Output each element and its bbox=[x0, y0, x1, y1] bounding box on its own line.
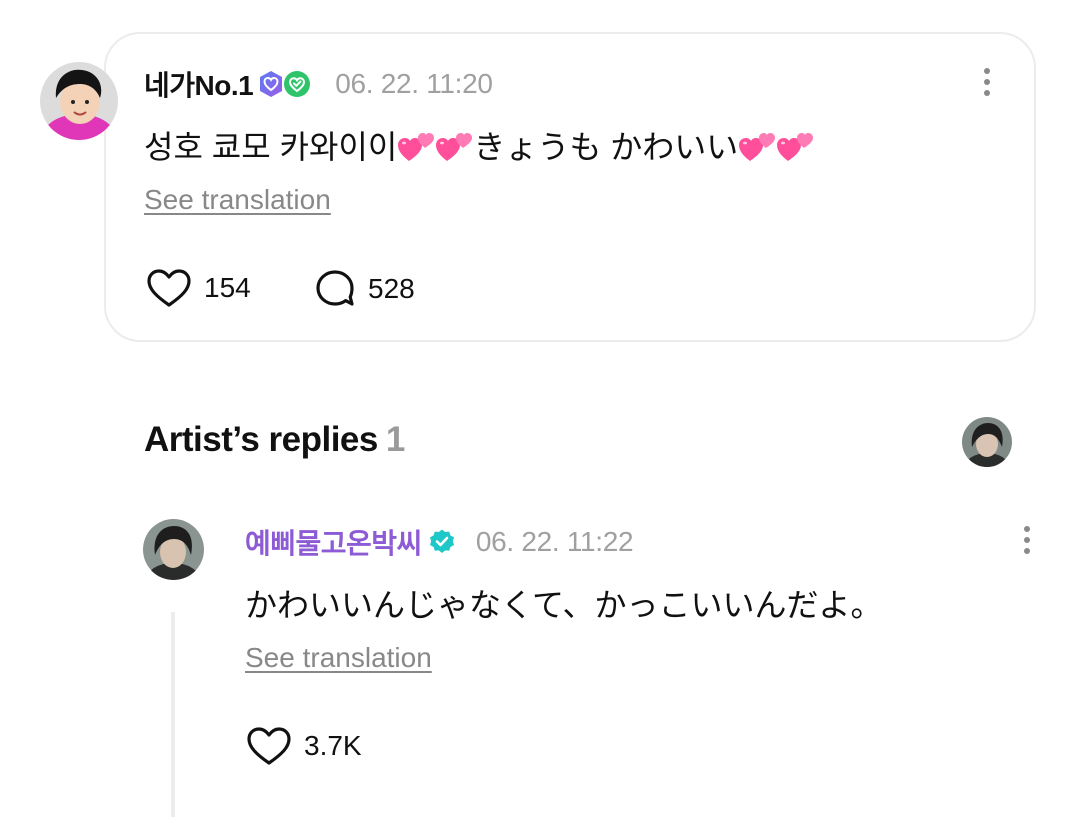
more-vertical-icon bbox=[984, 68, 990, 74]
fan-more-options-button[interactable] bbox=[972, 62, 1002, 102]
artist-timestamp: 06. 22. 11:22 bbox=[475, 526, 634, 557]
reply-thread-line bbox=[171, 612, 175, 817]
artist-like-button[interactable]: 3.7K bbox=[246, 726, 362, 766]
artist-reply-text: かわいいんじゃなくて、かっこいいんだよ。 bbox=[245, 587, 883, 623]
comment-thread: 네가No.1 06. 22. 11:20 성호 쿄모 카와이이 きょうも かわい… bbox=[0, 0, 1079, 817]
two-hearts-emoji bbox=[776, 131, 814, 163]
more-dot bbox=[984, 79, 990, 85]
two-hearts-emoji bbox=[435, 131, 473, 163]
membership-badge-icon bbox=[260, 71, 283, 97]
more-dot bbox=[1024, 548, 1030, 554]
artist-see-translation-link[interactable]: See translation bbox=[245, 642, 432, 674]
verified-heart-badge-icon bbox=[284, 71, 311, 97]
artist-replies-count: 1 bbox=[385, 420, 405, 459]
artist-more-options-button[interactable] bbox=[1012, 520, 1042, 560]
more-dot bbox=[1024, 537, 1030, 543]
heart-outline-icon bbox=[246, 726, 292, 766]
fan-badges bbox=[257, 70, 311, 98]
artist-reply-header: 예삐물고온박씨 06. 22. 11:22 bbox=[245, 522, 634, 562]
fan-comment-text: 성호 쿄모 카와이이 きょうも かわいい bbox=[144, 122, 814, 168]
fan-timestamp: 06. 22. 11:20 bbox=[335, 68, 493, 99]
verified-check-icon bbox=[429, 529, 454, 553]
fan-avatar[interactable] bbox=[40, 62, 118, 140]
fan-comment-header: 네가No.1 06. 22. 11:20 bbox=[144, 64, 493, 104]
artist-replies-title: Artist’s replies bbox=[144, 420, 378, 459]
fan-text-part-1: 성호 쿄모 카와이이 bbox=[144, 129, 398, 165]
fan-comment-count: 528 bbox=[368, 273, 415, 304]
fan-like-count: 154 bbox=[204, 272, 251, 303]
more-vertical-icon bbox=[1024, 526, 1030, 532]
artist-like-count: 3.7K bbox=[304, 730, 362, 761]
fan-text-part-2: きょうも かわいい bbox=[473, 129, 739, 165]
fan-comment-button[interactable]: 528 bbox=[314, 268, 415, 310]
comment-bubble-icon bbox=[316, 270, 354, 306]
artist-avatar[interactable] bbox=[143, 519, 204, 580]
two-hearts-emoji bbox=[397, 131, 435, 163]
artist-avatar-small[interactable] bbox=[962, 417, 1012, 467]
fan-username[interactable]: 네가No.1 bbox=[144, 64, 254, 104]
more-dot bbox=[984, 90, 990, 96]
fan-like-button[interactable]: 154 bbox=[146, 268, 251, 308]
heart-outline-icon bbox=[146, 268, 192, 308]
artist-replies-heading: Artist’s replies 1 bbox=[144, 420, 405, 460]
fan-see-translation-link[interactable]: See translation bbox=[144, 184, 331, 216]
two-hearts-emoji bbox=[738, 131, 776, 163]
artist-username[interactable]: 예삐물고온박씨 bbox=[245, 522, 422, 562]
